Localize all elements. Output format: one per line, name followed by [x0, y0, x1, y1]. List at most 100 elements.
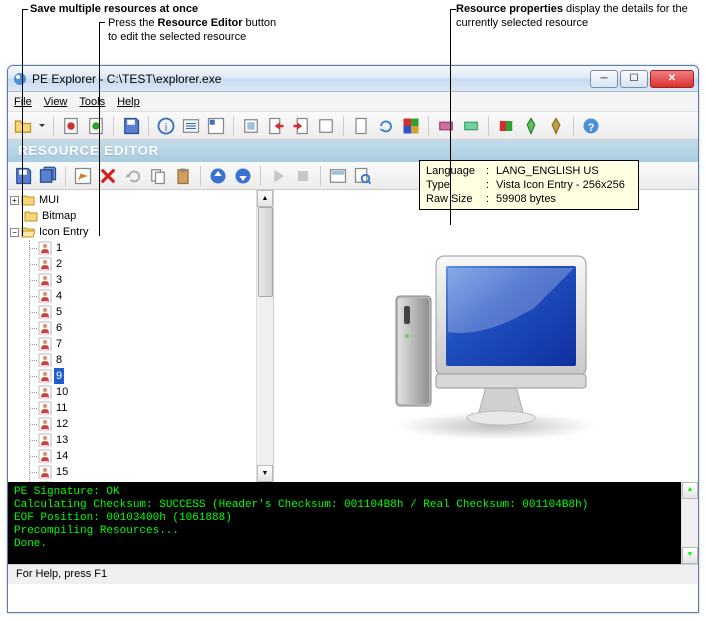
- tree-entry[interactable]: 3: [38, 272, 271, 288]
- tree-entry[interactable]: 2: [38, 256, 271, 272]
- copy-button[interactable]: [147, 165, 169, 187]
- tree-entry-label: 6: [54, 320, 64, 336]
- person-icon: [38, 289, 52, 303]
- tree-entry[interactable]: 8: [38, 352, 271, 368]
- menu-help[interactable]: Help: [117, 96, 140, 108]
- tree-entry-label: 10: [54, 384, 70, 400]
- tree-entry[interactable]: 5: [38, 304, 271, 320]
- edit-resource-button[interactable]: [72, 165, 94, 187]
- undo-button[interactable]: [122, 165, 144, 187]
- section-header: RESOURCE EDITOR: [8, 140, 698, 162]
- person-icon: [38, 401, 52, 415]
- open-button[interactable]: [12, 115, 34, 137]
- resource-tree-panel: + MUI Bitmap − Icon Entry 12345678910111…: [8, 190, 274, 482]
- tb-plugin3[interactable]: [495, 115, 517, 137]
- view-button[interactable]: [327, 165, 349, 187]
- app-icon: [12, 71, 28, 87]
- tb-doc-green[interactable]: [85, 115, 107, 137]
- tree-entry[interactable]: 1: [38, 240, 271, 256]
- tree-entry[interactable]: 4: [38, 288, 271, 304]
- tb-refresh[interactable]: [375, 115, 397, 137]
- tree-entry[interactable]: 13: [38, 432, 271, 448]
- help-button[interactable]: ?: [580, 115, 602, 137]
- scroll-up-icon[interactable]: ▲: [682, 482, 698, 499]
- tb-props[interactable]: [205, 115, 227, 137]
- scroll-down-icon[interactable]: ▼: [257, 465, 273, 482]
- expand-icon[interactable]: +: [10, 196, 19, 205]
- tree-entry[interactable]: 11: [38, 400, 271, 416]
- folder-open-icon: [21, 226, 35, 238]
- collapse-icon[interactable]: −: [10, 228, 19, 237]
- tree-entry[interactable]: 7: [38, 336, 271, 352]
- svg-text:i: i: [165, 122, 168, 134]
- tree-entry-label: 8: [54, 352, 64, 368]
- close-button[interactable]: ✕: [650, 70, 694, 88]
- menu-tools[interactable]: Tools: [79, 96, 105, 108]
- preview-panel: [274, 190, 698, 482]
- stop-button[interactable]: [292, 165, 314, 187]
- tree-entry-label: 12: [54, 416, 70, 432]
- tree-entry[interactable]: 15: [38, 464, 271, 480]
- scroll-up-icon[interactable]: ▲: [257, 190, 273, 207]
- tree-node-icon-entry[interactable]: − Icon Entry: [10, 224, 271, 240]
- tb-plugin4[interactable]: [520, 115, 542, 137]
- tree-entry-label: 9: [54, 368, 64, 384]
- tb-plugin5[interactable]: [545, 115, 567, 137]
- person-icon: [38, 465, 52, 479]
- person-icon: [38, 385, 52, 399]
- console-scrollbar[interactable]: ▲ ▼: [681, 482, 698, 564]
- nav-down-button[interactable]: [232, 165, 254, 187]
- tree-entry-label: 5: [54, 304, 64, 320]
- content-area: + MUI Bitmap − Icon Entry 12345678910111…: [8, 190, 698, 482]
- tb-list[interactable]: [180, 115, 202, 137]
- tb-plugin2[interactable]: [460, 115, 482, 137]
- tb-export[interactable]: [265, 115, 287, 137]
- resource-tree[interactable]: + MUI Bitmap − Icon Entry 12345678910111…: [8, 190, 273, 482]
- save-resource-button[interactable]: [12, 165, 34, 187]
- person-icon: [38, 321, 52, 335]
- tb-palette[interactable]: [400, 115, 422, 137]
- nav-up-button[interactable]: [207, 165, 229, 187]
- save-button[interactable]: [120, 115, 142, 137]
- minimize-button[interactable]: ─: [590, 70, 618, 88]
- search-resource-button[interactable]: [352, 165, 374, 187]
- scroll-thumb[interactable]: [258, 207, 273, 297]
- save-all-resources-button[interactable]: [37, 165, 59, 187]
- tb-doc[interactable]: [350, 115, 372, 137]
- tree-entry[interactable]: 10: [38, 384, 271, 400]
- tree-entry[interactable]: 14: [38, 448, 271, 464]
- tree-node-mui[interactable]: + MUI: [10, 192, 271, 208]
- menu-view[interactable]: View: [44, 96, 68, 108]
- menubar: File View Tools Help: [8, 92, 698, 112]
- play-button[interactable]: [267, 165, 289, 187]
- person-icon: [38, 241, 52, 255]
- maximize-button[interactable]: ☐: [620, 70, 648, 88]
- delete-button[interactable]: [97, 165, 119, 187]
- tree-entry[interactable]: 12: [38, 416, 271, 432]
- resource-properties-tooltip: Language:LANG_ENGLISH US Type:Vista Icon…: [419, 160, 639, 210]
- console-line: Precompiling Resources...: [14, 525, 692, 538]
- tree-scrollbar[interactable]: ▲ ▼: [256, 190, 273, 482]
- tb-import[interactable]: [290, 115, 312, 137]
- console-line: EOF Position: 00103400h (1061888): [14, 512, 692, 525]
- tree-entry-label: 7: [54, 336, 64, 352]
- tb-box1[interactable]: [240, 115, 262, 137]
- svg-text:?: ?: [588, 122, 595, 134]
- paste-button[interactable]: [172, 165, 194, 187]
- tb-box2[interactable]: [315, 115, 337, 137]
- folder-icon: [21, 194, 35, 206]
- tb-plugin1[interactable]: [435, 115, 457, 137]
- tree-node-bitmap[interactable]: Bitmap: [24, 208, 271, 224]
- tb-info[interactable]: i: [155, 115, 177, 137]
- tree-entry[interactable]: 9: [38, 368, 271, 384]
- scroll-down-icon[interactable]: ▼: [682, 547, 698, 564]
- window-title: PE Explorer - C:\TEST\explorer.exe: [32, 72, 588, 86]
- tree-entry-label: 1: [54, 240, 64, 256]
- dropdown-icon[interactable]: [37, 115, 47, 137]
- titlebar[interactable]: PE Explorer - C:\TEST\explorer.exe ─ ☐ ✕: [8, 66, 698, 92]
- tb-doc-red[interactable]: [60, 115, 82, 137]
- tree-entry-label: 13: [54, 432, 70, 448]
- person-icon: [38, 417, 52, 431]
- person-icon: [38, 433, 52, 447]
- tree-entry[interactable]: 6: [38, 320, 271, 336]
